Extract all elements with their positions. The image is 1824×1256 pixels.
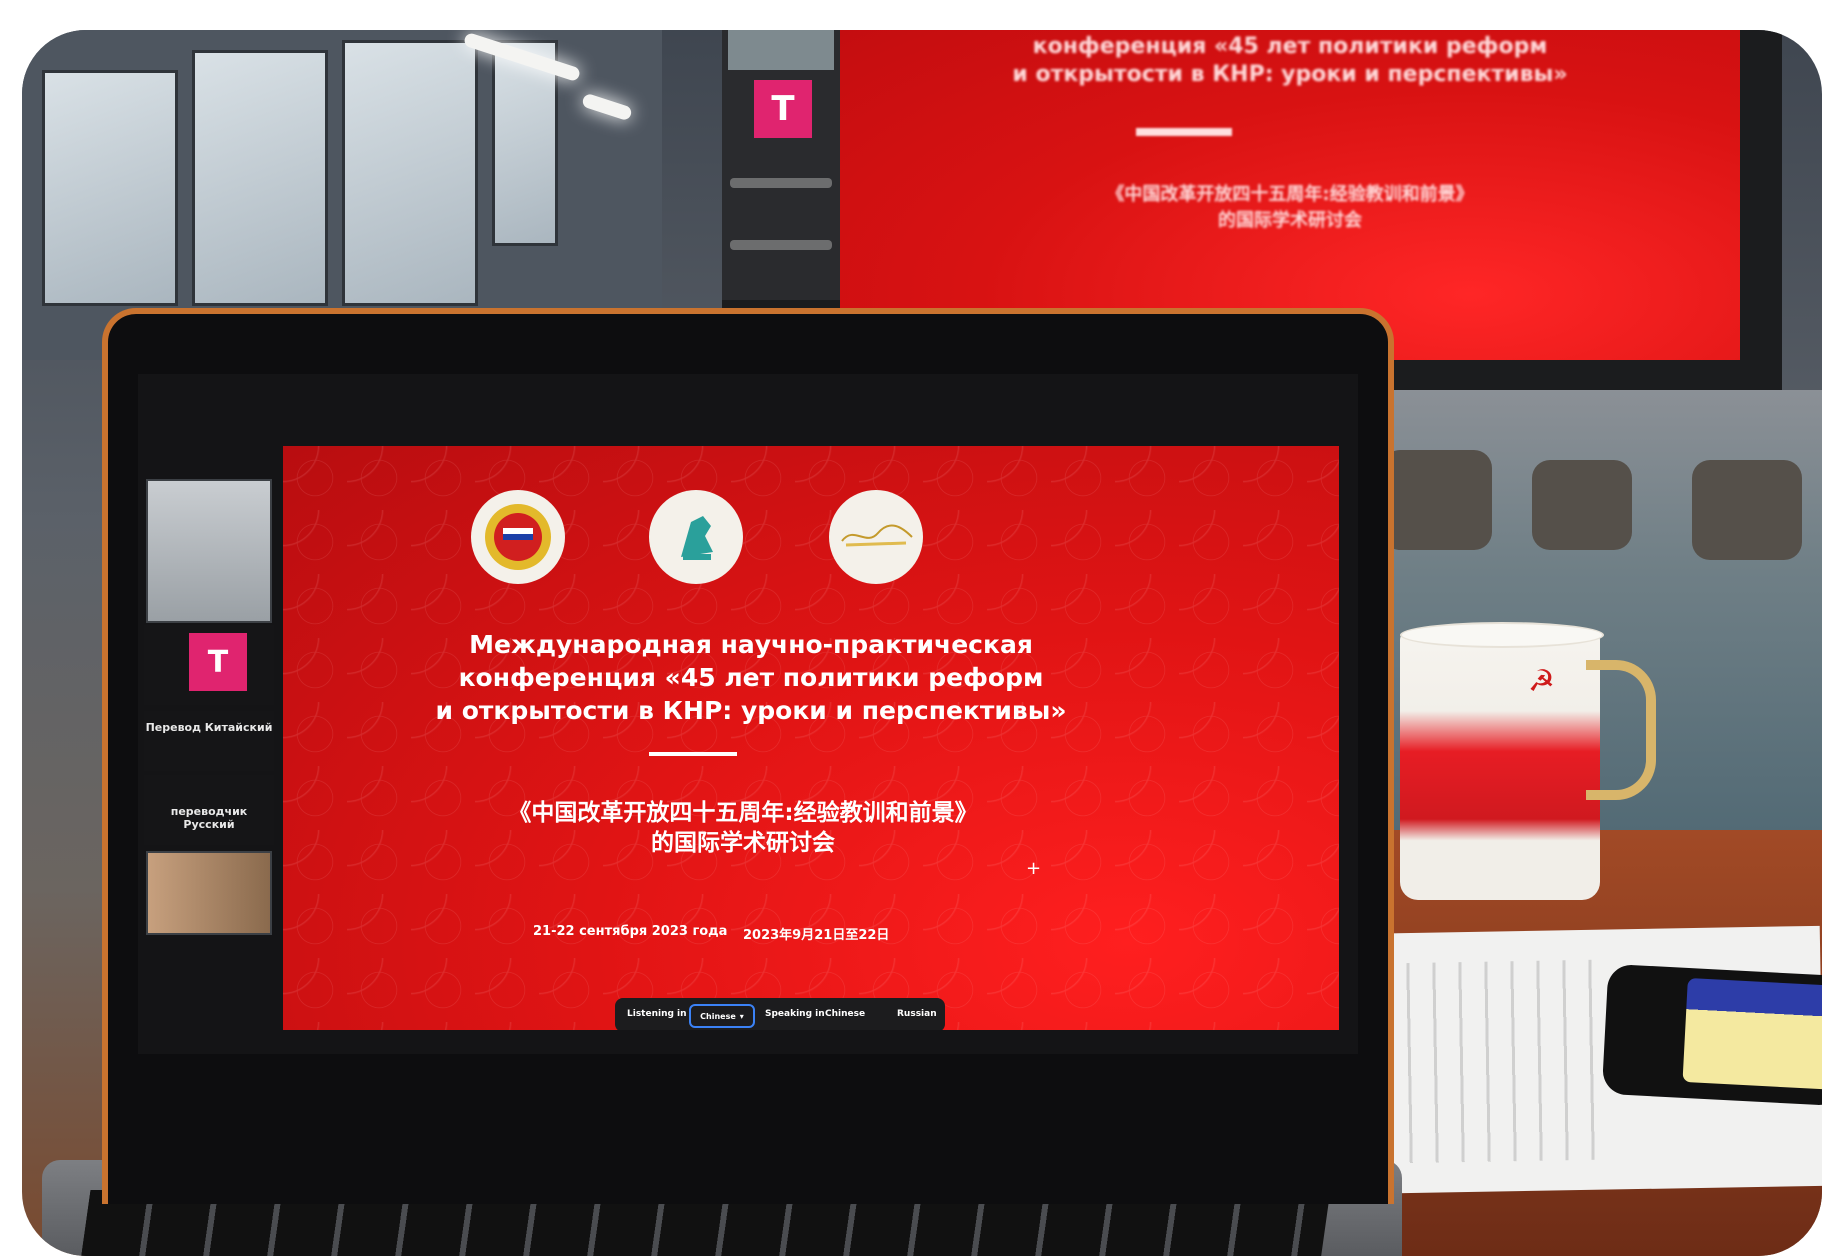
photo: T конференция «45 лет политики реформ и … [22,30,1822,1256]
tv-title-line-1: конференция «45 лет политики реформ [1032,34,1548,59]
participant-tile[interactable]: Перевод Китайский [144,711,274,771]
participant-tile[interactable]: переводчик Русский [144,775,274,845]
phone [1601,963,1822,1107]
participant-name-2: переводчик Русский [170,805,248,831]
slide-divider [649,752,737,756]
tv-cn-line-2: 的国际学术研讨会 [1218,210,1362,231]
logo-signature [829,490,923,584]
tv-cn-line-1: 《中国改革开放四十五周年:经验教训和前景》 [1106,184,1474,205]
tv-participant-strip: T [722,30,840,300]
participant-tile[interactable]: T [144,625,274,705]
listening-language-value: Chinese [700,1011,736,1021]
slide-title-line-2: конференция «45 лет политики реформ [458,663,1044,692]
speaking-option-russian[interactable]: Russian [897,1009,937,1019]
chevron-down-icon: ▾ [739,1011,744,1021]
tv-title-line-2: и открытости в КНР: уроки и перспективы» [1012,62,1568,87]
participant-name-1: Перевод Китайский [145,721,273,734]
slide-title-line-3: и открытости в КНР: уроки и перспективы» [435,696,1067,725]
cursor-icon: + [1026,858,1042,879]
participant-avatar: T [189,633,247,691]
logo-russian-chinese-society [471,490,565,584]
slide-cn-line-2: 的国际学术研讨会 [651,830,835,856]
interpretation-toolbar[interactable]: Listening in Chinese ▾ Speaking in Chine… [615,998,945,1030]
presentation-slide: Международная научно-практическая конфер… [283,446,1339,1030]
tv-avatar: T [754,80,812,138]
participant-video[interactable] [146,851,272,935]
slide-date-cn: 2023年9月21日至22日 [743,928,890,943]
laptop-screen: T Перевод Китайский переводчик Русский М… [138,374,1358,1054]
logo-griffin [649,490,743,584]
mug: ☭ [1400,622,1656,900]
hammer-sickle-icon: ☭ [1528,664,1555,699]
laptop: T Перевод Китайский переводчик Русский М… [102,308,1394,1204]
listening-language-select[interactable]: Chinese ▾ [689,1004,755,1028]
participant-video[interactable] [146,479,272,623]
tv-divider [1136,128,1232,136]
slide-cn-line-1: 《中国改革开放四十五周年:经验教训和前景》 [508,800,978,826]
slide-date-ru: 21-22 сентября 2023 года [533,924,728,939]
speaking-label: Speaking in [765,1009,825,1019]
listening-label: Listening in [627,1009,687,1019]
speaking-option-chinese[interactable]: Chinese [825,1009,865,1019]
slide-title-line-1: Международная научно-практическая [469,630,1033,659]
participant-strip[interactable]: T Перевод Китайский переводчик Русский [144,479,274,979]
